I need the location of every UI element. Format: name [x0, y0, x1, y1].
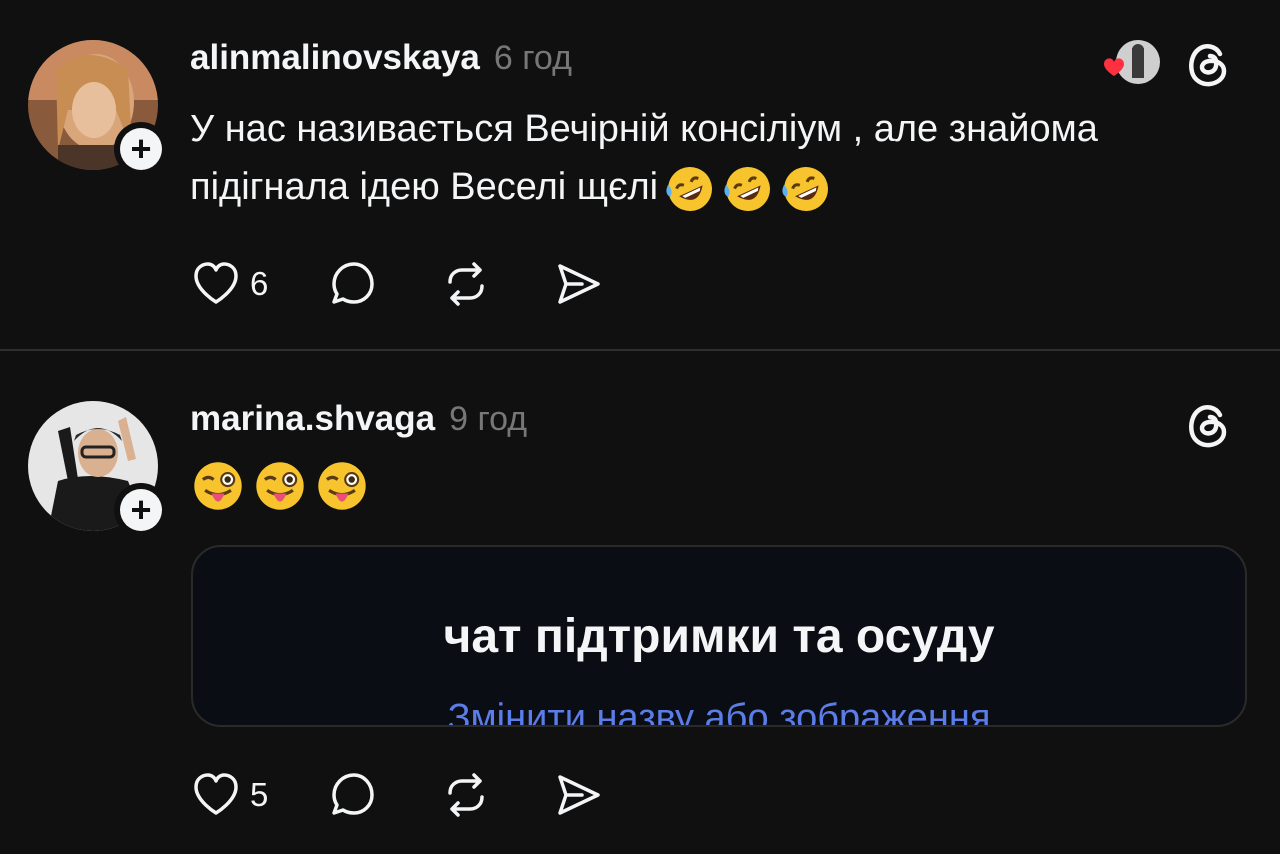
post-time: 6 год: [493, 39, 572, 77]
avatar-container: +: [28, 40, 168, 176]
winking-tongue-emoji: [318, 462, 366, 510]
comment-icon: [332, 262, 375, 304]
post-alinmalinovskaya: + alinmalinovskaya 6 год У нас називаєть…: [0, 0, 1280, 350]
comment-button[interactable]: [328, 258, 380, 310]
plus-icon: +: [120, 128, 162, 170]
post-text-content: У нас називається Вечірній консіліум , а…: [190, 108, 1098, 208]
embedded-screenshot[interactable]: чат підтримки та осуду Змінити назву або…: [191, 545, 1247, 727]
comment-button[interactable]: [328, 769, 380, 821]
avatar-container: +: [28, 401, 168, 537]
share-icon: [558, 775, 601, 815]
embed-link: Змінити назву або зображення: [447, 697, 991, 727]
rofl-emoji: [724, 166, 771, 211]
follow-button[interactable]: +: [114, 122, 168, 176]
share-button[interactable]: [552, 258, 604, 310]
share-icon: [558, 264, 601, 304]
embed-title: чат підтримки та осуду: [443, 610, 995, 663]
post-time: 9 год: [449, 400, 528, 438]
share-button[interactable]: [552, 769, 604, 821]
repost-button[interactable]: [440, 258, 492, 310]
rofl-emoji: [782, 166, 829, 211]
username[interactable]: marina.shvaga: [190, 399, 435, 439]
plus-icon: +: [120, 489, 162, 531]
rofl-emoji: [666, 166, 713, 211]
like-button[interactable]: 6: [190, 258, 268, 310]
repost-icon: [448, 262, 485, 306]
heart-icon: [194, 773, 238, 815]
threads-icon[interactable]: [1182, 399, 1234, 451]
post-actions: 6: [190, 258, 664, 310]
post-header: alinmalinovskaya 6 год: [190, 38, 572, 78]
heart-icon: [194, 262, 238, 304]
repost-button[interactable]: [440, 769, 492, 821]
post-text: [190, 455, 370, 514]
post-marina-shvaga: + marina.shvaga 9 год чат підтримки та о…: [0, 351, 1280, 854]
repost-icon: [448, 773, 485, 817]
winking-tongue-emoji: [194, 462, 242, 510]
follow-button[interactable]: +: [114, 483, 168, 537]
like-button[interactable]: 5: [190, 769, 268, 821]
username[interactable]: alinmalinovskaya: [190, 38, 480, 78]
like-count: 5: [250, 776, 269, 813]
like-count: 6: [250, 265, 269, 302]
heart-avatar-icon[interactable]: [1092, 38, 1162, 90]
winking-tongue-emoji: [256, 462, 304, 510]
post-text: У нас називається Вечірній консіліум , а…: [190, 100, 1190, 216]
post-actions: 5: [190, 769, 664, 821]
threads-icon[interactable]: [1182, 38, 1234, 90]
comment-icon: [332, 773, 375, 815]
post-header: marina.shvaga 9 год: [190, 399, 527, 439]
